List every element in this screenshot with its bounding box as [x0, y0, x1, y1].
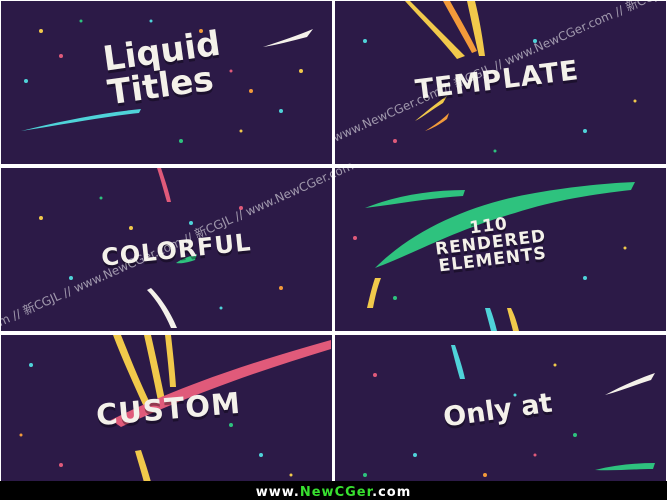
title-liquid-titles: Liquid Titles — [101, 24, 227, 114]
footer-bar: www.NewCGer.com — [0, 481, 667, 500]
panel-custom: CUSTOM — [1, 335, 332, 498]
footer-brand: NewCGer — [299, 485, 373, 500]
panel-template: TEMPLATE — [335, 1, 666, 164]
footer-link[interactable]: www.NewCGer.com — [256, 485, 412, 500]
footer-suffix: .com — [372, 485, 412, 500]
panel-rendered-elements: 110 RENDERED ELEMENTS — [335, 168, 666, 331]
footer-prefix: www. — [255, 485, 300, 500]
panel-liquid-titles: Liquid Titles — [1, 1, 332, 164]
preview-grid: Liquid Titles TEMPLATE COLORFUL 110 REND… — [0, 0, 667, 500]
panel-only-at: Only at — [335, 335, 666, 498]
